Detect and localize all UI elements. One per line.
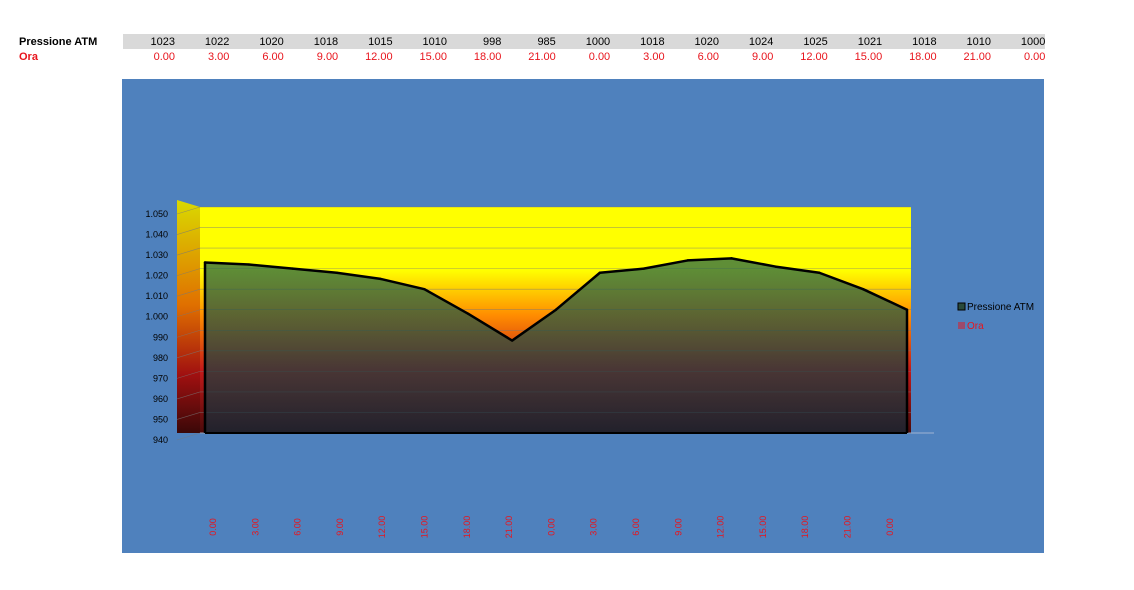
table-cell-pressione: 1018 <box>640 36 665 48</box>
table-cell-pressione: 985 <box>537 36 556 48</box>
table-cell-ora: 0.00 <box>1023 51 1046 63</box>
legend-swatch-ora <box>958 322 965 329</box>
y-tick-label: 960 <box>153 394 168 404</box>
x-tick-label: 3.00 <box>250 518 260 536</box>
data-point <box>818 271 821 274</box>
data-point <box>774 265 777 268</box>
table-cell-ora: 18.00 <box>909 51 937 63</box>
data-point <box>335 271 338 274</box>
data-point <box>861 287 865 291</box>
x-tick-label: 9.00 <box>335 518 345 536</box>
y-tick-label: 950 <box>153 414 168 424</box>
area-chart: 940 950 960 970 980 990 1.000 1.010 1.020 1.030 1.… <box>122 79 1044 553</box>
table-cell-ora: 15.00 <box>419 51 447 63</box>
table-cell-pressione: 1018 <box>912 36 937 48</box>
y-tick-label: 1.020 <box>145 271 168 281</box>
y-tick-label: 1.050 <box>145 209 168 219</box>
x-tick-label: 0.00 <box>208 518 218 536</box>
x-tick-label: 6.00 <box>293 518 303 536</box>
table-cell-ora: 12.00 <box>365 51 393 63</box>
x-tick-label: 0.00 <box>885 518 895 536</box>
data-point <box>203 261 207 264</box>
data-point <box>291 267 294 270</box>
table-cell-pressione: 1010 <box>422 36 447 48</box>
table-cell-ora: 9.00 <box>316 51 339 63</box>
y-tick-label: 990 <box>153 332 168 342</box>
data-point <box>598 271 602 274</box>
table-cell-pressione: 1022 <box>204 36 230 48</box>
y-tick-label: 1.030 <box>145 250 168 260</box>
data-point <box>730 257 733 260</box>
x-tick-label: 15.00 <box>420 516 430 539</box>
row-label-pressione: Pressione ATM <box>19 36 98 48</box>
table-cell-ora: 18.00 <box>473 51 502 63</box>
table-cell-pressione: 1020 <box>694 36 719 48</box>
data-point <box>467 312 470 316</box>
x-tick-label: 12.00 <box>377 516 387 539</box>
chart-area: 940 950 960 970 980 990 1.000 1.010 1.020 1.030 1.… <box>122 79 1044 553</box>
table-cell-ora: 0.00 <box>153 51 175 63</box>
table-cell-pressione: 1018 <box>313 36 339 48</box>
x-tick-label: 18.00 <box>462 516 472 539</box>
data-point <box>423 287 426 291</box>
data-point <box>379 277 382 281</box>
y-tick-label: 980 <box>153 353 168 363</box>
x-tick-label: 9.00 <box>673 518 683 536</box>
legend-swatch-pressione <box>957 302 966 311</box>
data-table: Pressione ATM Ora 1023 1022 1020 1018 1015 10… <box>0 0 1134 70</box>
x-tick-label: 3.00 <box>589 518 599 536</box>
table-cell-pressione: 1024 <box>748 36 774 48</box>
data-point <box>554 308 558 311</box>
table-cell-pressione: 1000 <box>1020 36 1046 48</box>
x-tick-label: 12.00 <box>716 516 726 539</box>
data-point <box>247 263 251 266</box>
table-cell-pressione: 1025 <box>803 36 828 48</box>
y-tick-label: 1.010 <box>145 291 168 301</box>
table-cell-ora: 12.00 <box>800 51 828 63</box>
data-point <box>686 259 689 262</box>
x-tick-label: 18.00 <box>800 516 810 539</box>
x-tick-label: 6.00 <box>631 518 641 536</box>
table-cell-ora: 9.00 <box>751 51 774 63</box>
table-cell-ora: 3.00 <box>207 51 230 63</box>
table-cell-ora: 6.00 <box>262 51 284 63</box>
table-cell-pressione: 1015 <box>368 36 393 48</box>
table-cell-pressione: 1000 <box>585 36 611 48</box>
table-cell-pressione: 1020 <box>259 36 284 48</box>
y-tick-label: 940 <box>153 435 168 445</box>
y-tick-label: 1.000 <box>145 312 168 322</box>
table-cell-pressione: 1021 <box>857 36 883 48</box>
x-tick-label: 21.00 <box>504 516 514 539</box>
data-point <box>905 308 909 311</box>
table-cell-ora: 3.00 <box>643 51 665 63</box>
table-cell-ora: 15.00 <box>854 51 883 63</box>
table-cell-pressione: 1010 <box>966 36 991 48</box>
x-tick-label: 21.00 <box>843 516 853 539</box>
legend-label-pressione: Pressione ATM <box>967 302 1034 313</box>
table-cell-ora: 0.00 <box>588 51 611 63</box>
row-label-ora: Ora <box>19 51 38 63</box>
x-tick-label: 15.00 <box>758 516 768 539</box>
data-point <box>510 339 514 342</box>
table-cell-pressione: 1023 <box>150 36 175 48</box>
y-tick-label: 970 <box>153 373 168 383</box>
table-cell-ora: 21.00 <box>528 51 556 63</box>
y-tick-label: 1.040 <box>145 230 168 240</box>
data-point <box>642 267 645 270</box>
table-cell-ora: 21.00 <box>963 51 991 63</box>
table-cell-pressione: 998 <box>483 36 502 48</box>
x-tick-label: 0.00 <box>546 518 556 536</box>
legend-label-ora: Ora <box>967 321 984 332</box>
table-cell-ora: 6.00 <box>697 51 719 63</box>
